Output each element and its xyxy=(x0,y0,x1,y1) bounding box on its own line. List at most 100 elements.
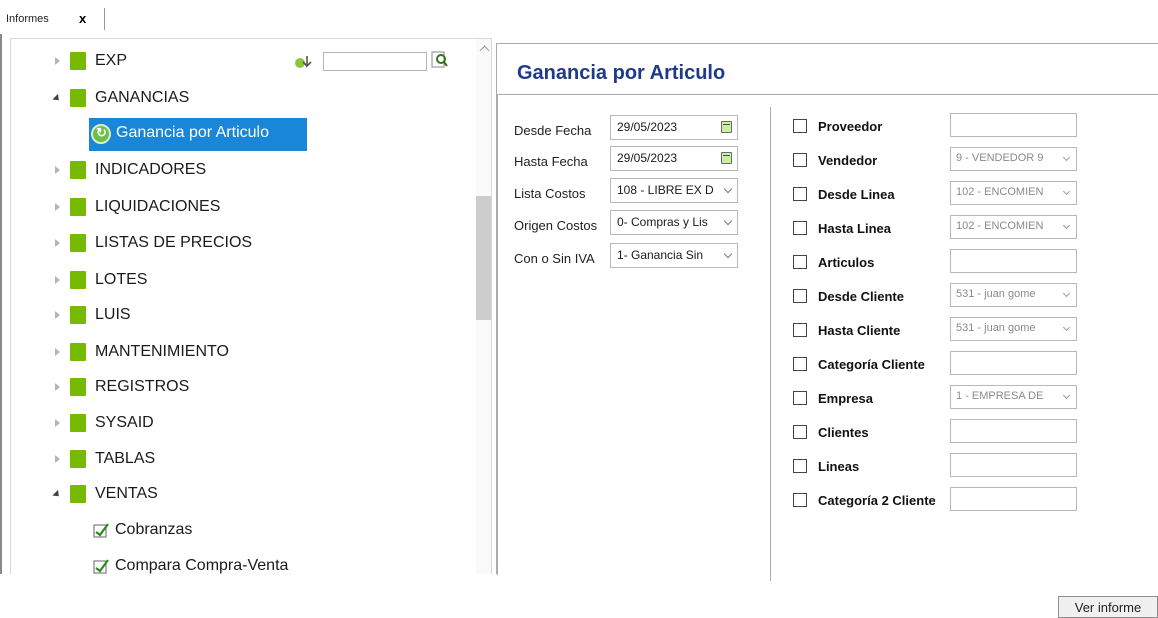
vendedor-select[interactable]: 9 - VENDEDOR 9 xyxy=(950,147,1077,171)
categoria-2-cliente-checkbox[interactable] xyxy=(793,493,807,507)
expand-arrow-icon[interactable] xyxy=(55,455,60,463)
hasta-cliente-checkbox[interactable] xyxy=(793,323,807,337)
origen-costos-label: Origen Costos xyxy=(514,218,598,233)
expand-arrow-icon[interactable] xyxy=(55,311,60,319)
tab-strip: Informes x xyxy=(0,0,1158,34)
tree-item-liquidaciones[interactable]: LIQUIDACIONES xyxy=(11,193,311,221)
tree-item-luis[interactable]: LUIS xyxy=(11,301,311,329)
categoria-cliente-input[interactable] xyxy=(950,351,1077,375)
tree-item-ganancia-por-articulo[interactable]: Ganancia por Articulo xyxy=(89,118,307,151)
articulos-input[interactable] xyxy=(950,249,1077,273)
tree-item-indicadores[interactable]: INDICADORES xyxy=(11,156,311,184)
tree-item-label: GANANCIAS xyxy=(95,89,190,106)
desde-linea-checkbox[interactable] xyxy=(793,187,807,201)
tree-item-ventas[interactable]: VENTAS xyxy=(11,480,311,508)
hasta-fecha-input[interactable]: 29/05/2023 xyxy=(610,146,738,171)
tree-search-input[interactable] xyxy=(323,52,427,71)
folder-icon xyxy=(70,271,86,289)
tree-item-compara-compra-venta[interactable]: Compara Compra-Venta xyxy=(11,552,311,574)
origen-costos-select[interactable]: 0- Compras y Lis xyxy=(610,210,738,235)
calendar-icon[interactable] xyxy=(721,152,732,164)
categoria-cliente-label: Categoría Cliente xyxy=(818,357,925,372)
con-o-sin-iva-label: Con o Sin IVA xyxy=(514,251,595,266)
desde-fecha-input[interactable]: 29/05/2023 xyxy=(610,115,738,140)
clientes-label: Clientes xyxy=(818,425,869,440)
tree-item-label: SYSAID xyxy=(95,414,154,431)
chevron-down-icon xyxy=(723,249,733,259)
lista-costos-select[interactable]: 108 - LIBRE EX D xyxy=(610,178,738,203)
folder-icon xyxy=(70,378,86,396)
hasta-cliente-select[interactable]: 531 - juan gome xyxy=(950,317,1077,341)
chevron-down-icon xyxy=(1062,187,1071,196)
proveedor-checkbox[interactable] xyxy=(793,119,807,133)
folder-icon xyxy=(70,234,86,252)
desde-cliente-checkbox[interactable] xyxy=(793,289,807,303)
empresa-select[interactable]: 1 - EMPRESA DE xyxy=(950,385,1077,409)
chevron-down-icon xyxy=(1062,221,1071,230)
expand-arrow-icon[interactable] xyxy=(55,383,60,391)
empresa-checkbox[interactable] xyxy=(793,391,807,405)
tree-item-label: LISTAS DE PRECIOS xyxy=(95,234,253,251)
clientes-checkbox[interactable] xyxy=(793,425,807,439)
calendar-icon[interactable] xyxy=(721,121,732,133)
tree-item-label: TABLAS xyxy=(95,450,156,467)
tree-item-label: LIQUIDACIONES xyxy=(95,198,221,215)
ver-informe-button[interactable]: Ver informe xyxy=(1058,596,1158,618)
desde-cliente-select[interactable]: 531 - juan gome xyxy=(950,283,1077,307)
folder-icon xyxy=(70,198,86,216)
left-edge-divider xyxy=(0,34,2,574)
tree-item-ganancias[interactable]: GANANCIAS xyxy=(11,84,311,112)
tree-item-exp[interactable]: EXP xyxy=(11,47,311,75)
articulos-checkbox[interactable] xyxy=(793,255,807,269)
tree-item-sysaid[interactable]: SYSAID xyxy=(11,409,311,437)
tree-item-registros[interactable]: REGISTROS xyxy=(11,373,311,401)
expand-arrow-icon[interactable] xyxy=(55,57,60,65)
expand-arrow-icon[interactable] xyxy=(55,348,60,356)
hasta-linea-select[interactable]: 102 - ENCOMIEN xyxy=(950,215,1077,239)
collapse-arrow-icon[interactable] xyxy=(52,93,62,103)
desde-linea-select[interactable]: 102 - ENCOMIEN xyxy=(950,181,1077,205)
collapse-arrow-icon[interactable] xyxy=(52,489,62,499)
tree-item-lotes[interactable]: LOTES xyxy=(11,266,311,294)
chevron-down-icon xyxy=(723,216,733,226)
tree-item-tablas[interactable]: TABLAS xyxy=(11,445,311,473)
folder-icon xyxy=(70,414,86,432)
chevron-down-icon xyxy=(1062,323,1071,332)
close-icon[interactable]: x xyxy=(79,11,86,26)
tree-item-label: Cobranzas xyxy=(115,521,193,538)
tree-item-label: REGISTROS xyxy=(95,378,190,395)
expand-arrow-icon[interactable] xyxy=(55,419,60,427)
tree-item-cobranzas[interactable]: Cobranzas xyxy=(11,516,311,544)
clientes-input[interactable] xyxy=(950,419,1077,443)
report-form: Desde Fecha 29/05/2023 Hasta Fecha 29/05… xyxy=(497,95,1158,618)
vendedor-checkbox[interactable] xyxy=(793,153,807,167)
report-icon xyxy=(93,522,110,539)
proveedor-input[interactable] xyxy=(950,113,1077,137)
chevron-down-icon xyxy=(1062,153,1071,162)
categoria-cliente-checkbox[interactable] xyxy=(793,357,807,371)
tab-informes[interactable]: Informes xyxy=(6,13,49,25)
tree-item-listas-de-precios[interactable]: LISTAS DE PRECIOS xyxy=(11,229,311,257)
lineas-checkbox[interactable] xyxy=(793,459,807,473)
folder-icon xyxy=(70,343,86,361)
tree-item-label: VENTAS xyxy=(95,485,158,502)
expand-arrow-icon[interactable] xyxy=(55,203,60,211)
desde-fecha-label: Desde Fecha xyxy=(514,123,592,138)
tree-item-label: LUIS xyxy=(95,306,131,323)
expand-arrow-icon[interactable] xyxy=(55,276,60,284)
report-title: Ganancia por Articulo xyxy=(517,62,726,84)
categoria-2-cliente-input[interactable] xyxy=(950,487,1077,511)
folder-icon xyxy=(70,89,86,107)
expand-arrow-icon[interactable] xyxy=(55,166,60,174)
tree-item-label: EXP xyxy=(95,52,128,69)
con-o-sin-iva-select[interactable]: 1- Ganancia Sin xyxy=(610,243,738,268)
lineas-input[interactable] xyxy=(950,453,1077,477)
hasta-linea-checkbox[interactable] xyxy=(793,221,807,235)
tree-scrollbar-thumb[interactable] xyxy=(476,196,491,320)
chevron-down-icon xyxy=(1062,391,1071,400)
folder-icon xyxy=(70,306,86,324)
search-icon[interactable] xyxy=(431,51,449,69)
report-settings-icon xyxy=(91,124,111,144)
expand-arrow-icon[interactable] xyxy=(55,239,60,247)
tree-item-mantenimiento[interactable]: MANTENIMIENTO xyxy=(11,338,311,366)
